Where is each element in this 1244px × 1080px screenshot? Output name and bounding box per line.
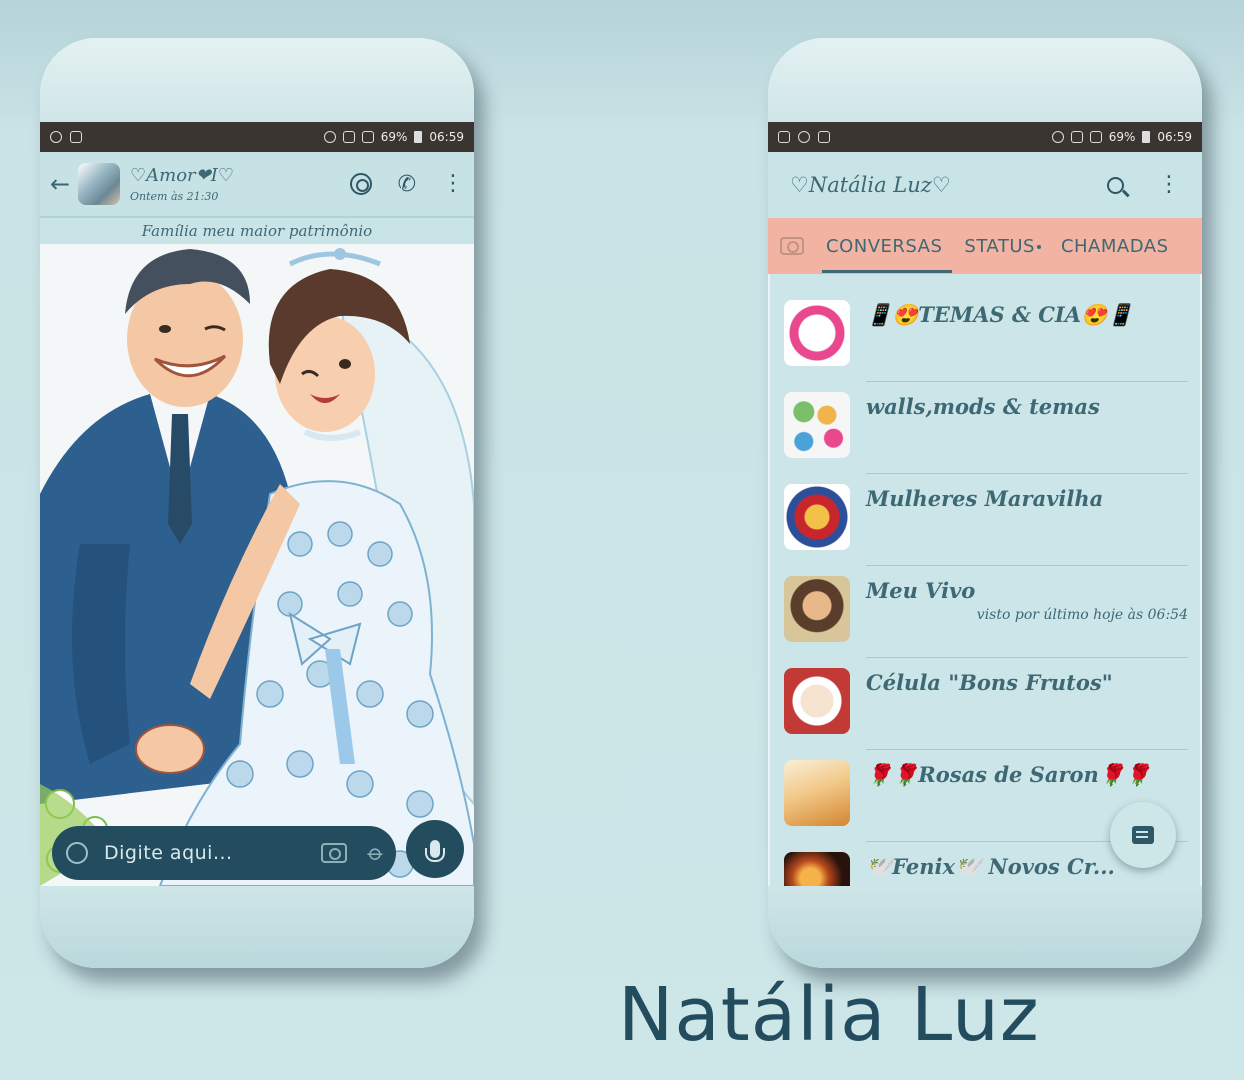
battery-icon xyxy=(1142,131,1151,143)
notification-icon xyxy=(818,131,830,143)
wedding-couple-illustration xyxy=(40,248,474,886)
wifi-icon xyxy=(342,131,355,143)
phone-call-icon[interactable]: ✆ xyxy=(398,172,416,197)
tab-chamadas[interactable]: CHAMADAS xyxy=(1061,236,1169,257)
alarm-icon xyxy=(1051,131,1064,143)
microphone-icon xyxy=(425,840,445,862)
conversation-avatar[interactable] xyxy=(784,300,850,366)
more-options-icon[interactable]: ⋮ xyxy=(442,173,464,195)
conversation-avatar[interactable] xyxy=(784,392,850,458)
phone-home: 69% 06:59 ♡Natália Luz♡ ⋮ CONVERSAS STAT… xyxy=(768,38,1202,968)
clock: 06:59 xyxy=(429,130,464,144)
list-item[interactable]: Mulheres Maravilha xyxy=(768,474,1202,566)
chat-contact-name: ♡Amor❤I♡ xyxy=(130,165,234,186)
camera-tab-icon[interactable] xyxy=(780,237,804,255)
status-new-dot xyxy=(1036,244,1041,249)
camera-icon[interactable] xyxy=(320,843,347,863)
conversation-name: walls,mods & temas xyxy=(866,394,1100,419)
whatsapp-icon xyxy=(798,131,810,143)
battery-percent: 69% xyxy=(380,130,408,144)
conversation-name: Meu Vivo xyxy=(866,578,976,603)
battery-icon xyxy=(414,131,423,143)
phone-chat: 69% 06:59 ← ♡Amor❤I♡ Ontem às 21:30 ✆ ⋮ … xyxy=(40,38,474,968)
signal-icon xyxy=(361,131,374,143)
conversation-avatar[interactable] xyxy=(784,668,850,734)
chat-title-block[interactable]: ♡Amor❤I♡ Ontem às 21:30 xyxy=(130,165,234,203)
alarm-icon xyxy=(323,131,336,143)
chat-banner-text: Família meu maior patrimônio xyxy=(40,218,474,244)
chat-wallpaper xyxy=(40,244,474,886)
tab-status-label: STATUS xyxy=(964,235,1035,257)
conversation-name: 📱😍TEMAS & CIA😍📱 xyxy=(866,302,1134,327)
app-header: ♡Natália Luz♡ ⋮ xyxy=(768,152,1202,218)
tab-status[interactable]: STATUS xyxy=(964,236,1041,257)
conversation-avatar[interactable] xyxy=(784,576,850,642)
mic-button[interactable] xyxy=(406,820,464,878)
phone-bezel-bottom xyxy=(768,886,1202,968)
list-item[interactable]: 📱😍TEMAS & CIA😍📱 xyxy=(768,290,1202,382)
whatsapp-icon xyxy=(50,131,62,143)
clock: 06:59 xyxy=(1157,130,1192,144)
new-chat-button[interactable] xyxy=(1110,802,1176,868)
phone-bezel-top xyxy=(768,38,1202,122)
chat-last-seen: Ontem às 21:30 xyxy=(130,190,219,203)
search-icon[interactable] xyxy=(1107,176,1124,194)
status-ring-icon[interactable] xyxy=(349,173,372,195)
conversation-name: Mulheres Maravilha xyxy=(866,486,1104,511)
conversation-avatar[interactable] xyxy=(784,852,850,886)
author-signature: Natália Luz xyxy=(618,972,1040,1058)
gallery-icon xyxy=(778,131,790,143)
app-title: ♡Natália Luz♡ xyxy=(790,173,951,197)
wifi-icon xyxy=(1070,131,1083,143)
list-item[interactable]: walls,mods & temas xyxy=(768,382,1202,474)
battery-percent: 69% xyxy=(1108,130,1136,144)
message-input-bar[interactable]: Digite aqui... ⌀ xyxy=(52,826,396,880)
conversation-avatar[interactable] xyxy=(784,484,850,550)
status-bar: 69% 06:59 xyxy=(768,122,1202,152)
contact-avatar[interactable] xyxy=(78,163,120,205)
conversation-avatar[interactable] xyxy=(784,760,850,826)
back-arrow-icon[interactable]: ← xyxy=(50,170,74,198)
conversation-name: 🌹🌹Rosas de Saron🌹🌹 xyxy=(866,762,1152,787)
chat-header: ← ♡Amor❤I♡ Ontem às 21:30 ✆ ⋮ xyxy=(40,152,474,218)
message-icon xyxy=(1132,826,1154,844)
signal-icon xyxy=(1089,131,1102,143)
more-options-icon[interactable]: ⋮ xyxy=(1158,174,1180,196)
conversation-name: Célula "Bons Frutos" xyxy=(866,670,1113,695)
conversation-list: 📱😍TEMAS & CIA😍📱 walls,mods & temas Mulhe… xyxy=(768,290,1202,886)
status-bar: 69% 06:59 xyxy=(40,122,474,152)
tab-conversas[interactable]: CONVERSAS xyxy=(821,236,953,273)
phone-bezel-top xyxy=(40,38,474,122)
phone-bezel-bottom xyxy=(40,886,474,968)
attach-clip-icon[interactable]: ⌀ xyxy=(362,839,389,866)
tab-bar: CONVERSAS STATUS CHAMADAS xyxy=(768,218,1202,274)
conversation-last-seen: visto por último hoje às 06:54 xyxy=(976,607,1188,623)
list-item[interactable]: Célula "Bons Frutos" xyxy=(768,658,1202,750)
list-item[interactable]: Meu Vivo visto por último hoje às 06:54 xyxy=(768,566,1202,658)
notification-icon xyxy=(70,131,82,143)
emoji-icon[interactable] xyxy=(66,842,88,864)
message-input[interactable]: Digite aqui... xyxy=(104,842,233,864)
